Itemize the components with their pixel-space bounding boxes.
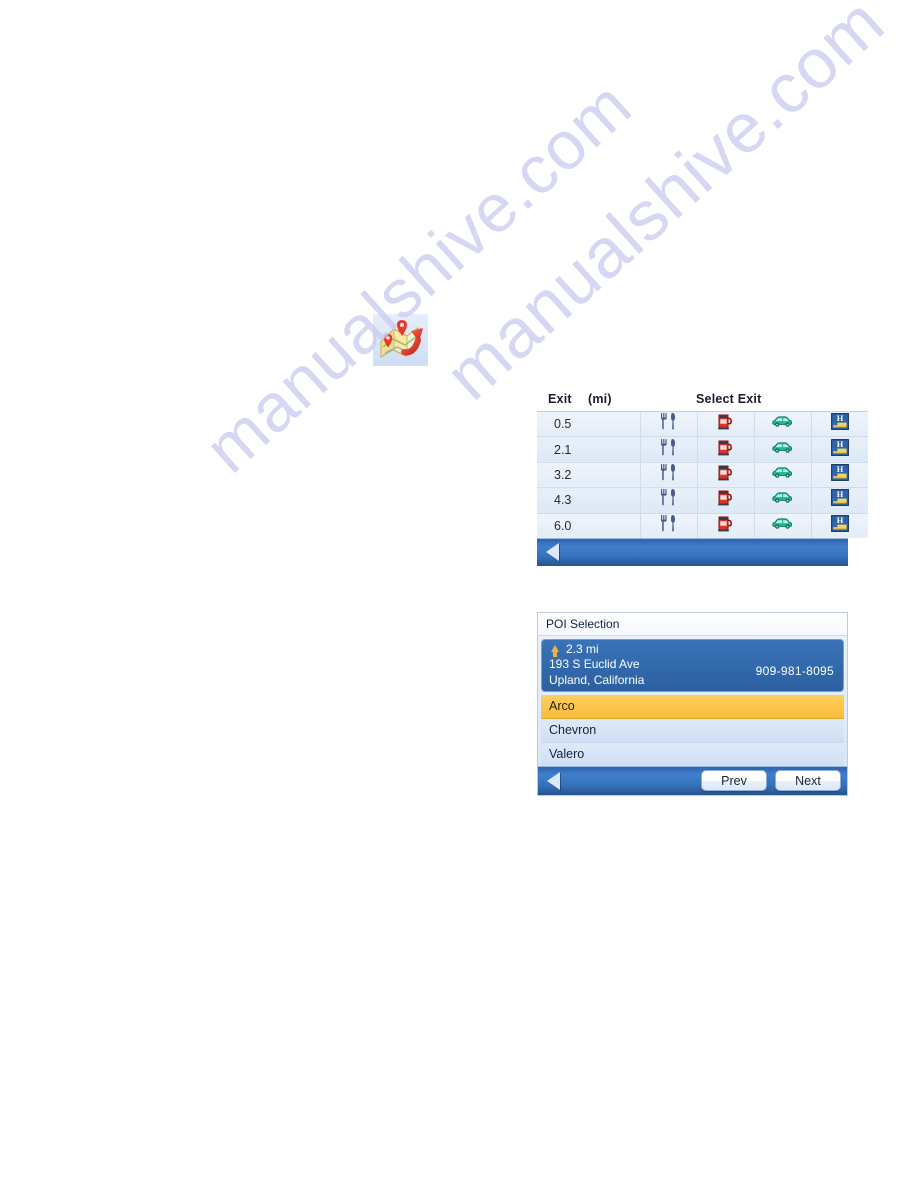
map-with-pins-icon	[373, 314, 428, 366]
hotel-icon[interactable]: H	[811, 487, 868, 514]
exit-distance-cell: 2.1	[537, 436, 641, 463]
exit-list-header: Exit (mi) Select Exit	[537, 389, 848, 411]
gas-station-icon[interactable]	[697, 462, 755, 489]
svg-text:H: H	[837, 440, 844, 449]
poi-phone-number: 909-981-8095	[755, 664, 834, 678]
exit-distance-cell: 3.2	[537, 462, 641, 489]
poi-body: 2.3 mi 193 S Euclid Ave Upland, Californ…	[538, 636, 847, 766]
table-row[interactable]: 4.3 H	[537, 487, 868, 514]
exit-screen-title: Select Exit	[696, 392, 762, 406]
auto-service-icon[interactable]	[754, 487, 812, 514]
svg-text:H: H	[837, 465, 844, 474]
auto-service-icon[interactable]	[754, 513, 812, 539]
gas-station-icon[interactable]	[697, 411, 755, 438]
hotel-icon[interactable]: H	[811, 436, 868, 463]
back-arrow-icon[interactable]	[547, 771, 560, 790]
prev-button[interactable]: Prev	[701, 770, 767, 791]
svg-text:H: H	[837, 414, 844, 423]
back-arrow-icon[interactable]	[546, 543, 559, 562]
restaurant-icon[interactable]	[640, 513, 698, 539]
poi-screen-title: POI Selection	[538, 613, 847, 636]
poi-address-line2: Upland, California	[549, 673, 645, 687]
auto-service-icon[interactable]	[754, 411, 812, 438]
list-item[interactable]: Arco	[541, 695, 844, 719]
exit-list-table: 0.5 H 2.1 H 3.2 H 4.3 H 6.0 H	[537, 411, 868, 539]
restaurant-icon[interactable]	[640, 436, 698, 463]
list-item[interactable]: Chevron	[541, 719, 844, 743]
exit-column-label: Exit	[548, 392, 572, 406]
hotel-icon[interactable]: H	[811, 513, 868, 539]
restaurant-icon[interactable]	[640, 487, 698, 514]
poi-list: Arco Chevron Valero	[541, 695, 844, 766]
exit-unit-label: (mi)	[588, 392, 612, 406]
hotel-icon[interactable]: H	[811, 411, 868, 438]
gas-station-icon[interactable]	[697, 513, 755, 539]
poi-bottom-navbar: Prev Next	[538, 766, 847, 795]
svg-text:H: H	[837, 490, 844, 499]
exit-bottom-navbar	[537, 538, 848, 567]
restaurant-icon[interactable]	[640, 462, 698, 489]
table-row[interactable]: 6.0 H	[537, 513, 868, 539]
auto-service-icon[interactable]	[754, 436, 812, 463]
poi-selection-screen: POI Selection 2.3 mi 193 S Euclid Ave Up…	[537, 612, 848, 796]
restaurant-icon[interactable]	[640, 411, 698, 438]
poi-distance: 2.3 mi	[566, 642, 599, 656]
exit-distance-cell: 0.5	[537, 411, 641, 438]
arrow-up-icon	[551, 645, 559, 657]
hotel-icon[interactable]: H	[811, 462, 868, 489]
table-row[interactable]: 2.1 H	[537, 436, 868, 463]
next-button[interactable]: Next	[775, 770, 841, 791]
table-row[interactable]: 0.5 H	[537, 411, 868, 438]
exit-distance-cell: 4.3	[537, 487, 641, 514]
svg-text:H: H	[837, 516, 844, 525]
gas-station-icon[interactable]	[697, 436, 755, 463]
poi-detail-card[interactable]: 2.3 mi 193 S Euclid Ave Upland, Californ…	[541, 639, 844, 692]
poi-address-line1: 193 S Euclid Ave	[549, 657, 640, 671]
gas-station-icon[interactable]	[697, 487, 755, 514]
table-row[interactable]: 3.2 H	[537, 462, 868, 489]
auto-service-icon[interactable]	[754, 462, 812, 489]
list-item[interactable]: Valero	[541, 743, 844, 766]
page-watermark: manualshive.com manualshive.com	[0, 0, 918, 1188]
exit-list-screen: Exit (mi) Select Exit 0.5 H 2.1 H 3.2 H 4.3 H 6.…	[537, 389, 868, 567]
exit-distance-cell: 6.0	[537, 513, 641, 539]
watermark-text: manualshive.com	[430, 0, 899, 415]
